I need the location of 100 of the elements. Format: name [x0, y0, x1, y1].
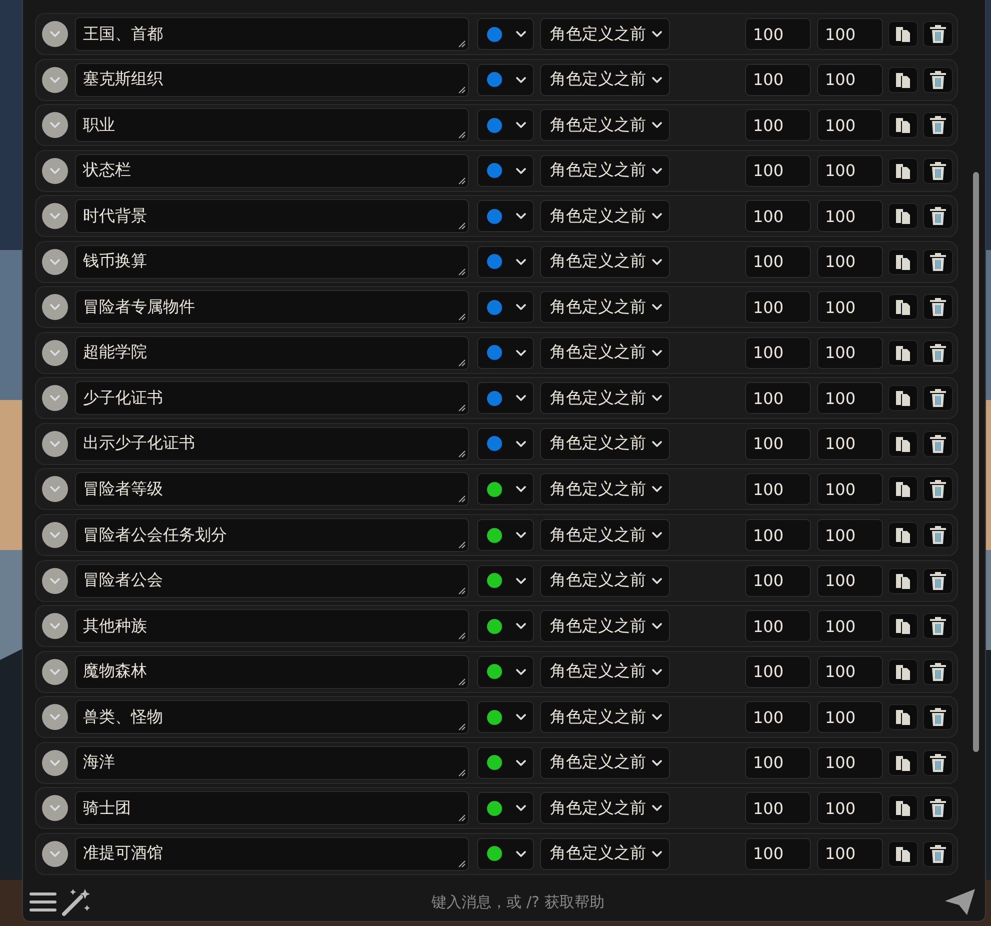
- status-dropdown[interactable]: [477, 519, 534, 552]
- position-dropdown[interactable]: 角色定义之前: [540, 473, 670, 506]
- delete-button[interactable]: [923, 248, 953, 275]
- trigger-field[interactable]: 100: [817, 109, 883, 142]
- title-field[interactable]: 职业: [75, 108, 469, 142]
- delete-button[interactable]: [923, 522, 953, 548]
- order-field[interactable]: 100: [745, 610, 811, 642]
- copy-button[interactable]: [888, 248, 918, 275]
- expand-toggle[interactable]: [42, 522, 68, 548]
- title-field[interactable]: 钱币换算: [75, 244, 469, 279]
- copy-button[interactable]: [888, 476, 918, 502]
- title-field[interactable]: 王国、首都: [75, 17, 469, 51]
- copy-button[interactable]: [888, 112, 918, 138]
- order-field[interactable]: 100: [745, 246, 811, 278]
- order-field[interactable]: 100: [745, 473, 811, 506]
- delete-button[interactable]: [923, 21, 953, 47]
- copy-button[interactable]: [888, 430, 918, 457]
- delete-button[interactable]: [923, 658, 953, 685]
- status-dropdown[interactable]: [477, 656, 534, 688]
- status-dropdown[interactable]: [477, 564, 534, 597]
- trigger-field[interactable]: 100: [817, 291, 883, 324]
- title-field[interactable]: 骑士团: [75, 791, 469, 826]
- trigger-field[interactable]: 100: [817, 656, 883, 688]
- expand-toggle[interactable]: [42, 294, 68, 320]
- trigger-field[interactable]: 100: [817, 336, 883, 369]
- status-dropdown[interactable]: [477, 792, 534, 824]
- status-dropdown[interactable]: [477, 746, 534, 779]
- trigger-field[interactable]: 100: [817, 792, 883, 824]
- send-icon[interactable]: [943, 887, 977, 917]
- delete-button[interactable]: [923, 203, 953, 230]
- copy-button[interactable]: [888, 158, 918, 184]
- expand-toggle[interactable]: [42, 66, 68, 93]
- title-field[interactable]: 魔物森林: [75, 654, 469, 689]
- copy-button[interactable]: [888, 21, 918, 47]
- position-dropdown[interactable]: 角色定义之前: [540, 428, 670, 460]
- status-dropdown[interactable]: [477, 291, 534, 324]
- trigger-field[interactable]: 100: [817, 746, 883, 779]
- copy-button[interactable]: [888, 840, 918, 867]
- position-dropdown[interactable]: 角色定义之前: [540, 336, 670, 369]
- delete-button[interactable]: [923, 795, 953, 822]
- trigger-field[interactable]: 100: [817, 838, 883, 870]
- expand-toggle[interactable]: [42, 385, 68, 412]
- delete-button[interactable]: [923, 294, 953, 320]
- position-dropdown[interactable]: 角色定义之前: [540, 838, 670, 870]
- position-dropdown[interactable]: 角色定义之前: [540, 291, 670, 324]
- order-field[interactable]: 100: [745, 18, 811, 50]
- delete-button[interactable]: [923, 66, 953, 93]
- order-field[interactable]: 100: [745, 64, 811, 96]
- title-field[interactable]: 冒险者专属物件: [75, 290, 469, 324]
- delete-button[interactable]: [923, 430, 953, 457]
- order-field[interactable]: 100: [745, 564, 811, 597]
- expand-toggle[interactable]: [42, 795, 68, 822]
- copy-button[interactable]: [888, 795, 918, 822]
- delete-button[interactable]: [923, 340, 953, 366]
- trigger-field[interactable]: 100: [817, 18, 883, 50]
- title-field[interactable]: 冒险者公会任务划分: [75, 518, 469, 552]
- trigger-field[interactable]: 100: [817, 64, 883, 96]
- copy-button[interactable]: [888, 568, 918, 594]
- order-field[interactable]: 100: [745, 291, 811, 324]
- scrollbar[interactable]: [973, 172, 979, 752]
- position-dropdown[interactable]: 角色定义之前: [540, 154, 670, 187]
- status-dropdown[interactable]: [477, 701, 534, 734]
- delete-button[interactable]: [923, 112, 953, 138]
- delete-button[interactable]: [923, 704, 953, 730]
- status-dropdown[interactable]: [477, 64, 534, 96]
- position-dropdown[interactable]: 角色定义之前: [540, 64, 670, 96]
- title-field[interactable]: 少子化证书: [75, 381, 469, 416]
- trigger-field[interactable]: 100: [817, 701, 883, 734]
- title-field[interactable]: 兽类、怪物: [75, 700, 469, 734]
- expand-toggle[interactable]: [42, 248, 68, 275]
- title-field[interactable]: 冒险者公会: [75, 564, 469, 598]
- position-dropdown[interactable]: 角色定义之前: [540, 656, 670, 688]
- copy-button[interactable]: [888, 385, 918, 412]
- status-dropdown[interactable]: [477, 610, 534, 642]
- copy-button[interactable]: [888, 340, 918, 366]
- expand-toggle[interactable]: [42, 430, 68, 457]
- expand-toggle[interactable]: [42, 658, 68, 685]
- position-dropdown[interactable]: 角色定义之前: [540, 200, 670, 232]
- title-field[interactable]: 准提可酒馆: [75, 836, 469, 871]
- copy-button[interactable]: [888, 750, 918, 776]
- status-dropdown[interactable]: [477, 109, 534, 142]
- expand-toggle[interactable]: [42, 568, 68, 594]
- title-field[interactable]: 状态栏: [75, 154, 469, 188]
- copy-button[interactable]: [888, 203, 918, 230]
- order-field[interactable]: 100: [745, 200, 811, 232]
- order-field[interactable]: 100: [745, 109, 811, 142]
- order-field[interactable]: 100: [745, 656, 811, 688]
- title-field[interactable]: 时代背景: [75, 199, 469, 234]
- expand-toggle[interactable]: [42, 704, 68, 730]
- copy-button[interactable]: [888, 522, 918, 548]
- position-dropdown[interactable]: 角色定义之前: [540, 746, 670, 779]
- title-field[interactable]: 超能学院: [75, 336, 469, 370]
- trigger-field[interactable]: 100: [817, 428, 883, 460]
- position-dropdown[interactable]: 角色定义之前: [540, 382, 670, 414]
- status-dropdown[interactable]: [477, 154, 534, 187]
- delete-button[interactable]: [923, 158, 953, 184]
- trigger-field[interactable]: 100: [817, 519, 883, 552]
- position-dropdown[interactable]: 角色定义之前: [540, 18, 670, 50]
- delete-button[interactable]: [923, 750, 953, 776]
- expand-toggle[interactable]: [42, 476, 68, 502]
